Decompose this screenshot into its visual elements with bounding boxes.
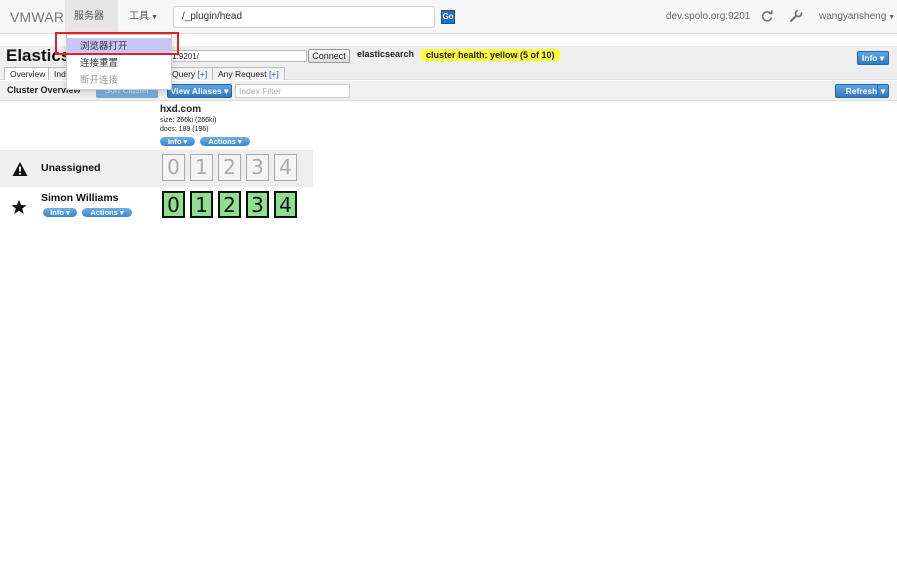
shard-primary-3[interactable]: 3 — [246, 191, 269, 218]
tools-menu-label: 工具 — [129, 11, 149, 22]
cluster-name: elasticsearch — [357, 49, 415, 59]
index-size: size: 266ki (266ki) — [160, 117, 217, 124]
tab-query[interactable]: Query [+] — [166, 67, 214, 80]
connect-button[interactable]: Connect — [308, 49, 350, 63]
cluster-health-badge: cluster health: yellow (5 of 10) — [421, 49, 560, 61]
connect-url-input[interactable]: :1:9201/ — [167, 50, 307, 62]
host-label: dev.spolo.org:9201 — [666, 11, 751, 22]
node-name-unassigned: Unassigned — [41, 162, 101, 174]
tab-any-request-label: Any Request — [218, 69, 267, 79]
user-menu[interactable]: wangyansheng ▼ — [819, 0, 895, 33]
index-actions-label: Actions — [208, 137, 236, 146]
star-icon — [11, 199, 27, 214]
url-input[interactable]: /_plugin/head — [173, 6, 435, 28]
tab-query-label: Query — [172, 69, 196, 79]
node-actions-button[interactable]: Actions ▾ — [82, 208, 132, 217]
caret-down-icon: ▼ — [888, 14, 896, 21]
refresh-icon[interactable] — [760, 9, 774, 23]
shard-unassigned-4[interactable]: 4 — [274, 154, 297, 181]
shard-unassigned-2[interactable]: 2 — [218, 154, 241, 181]
caret-down-icon: ▼ — [151, 14, 158, 21]
tab-query-plus: [+] — [197, 69, 208, 79]
shard-unassigned-3[interactable]: 3 — [246, 154, 269, 181]
node-info-button[interactable]: Info ▾ — [43, 208, 77, 217]
node-info-label: Info — [50, 208, 64, 217]
node-name: Simon Williams — [41, 192, 119, 204]
server-menu[interactable]: 服务器▼ — [65, 0, 118, 54]
wrench-icon[interactable] — [789, 9, 803, 23]
go-button[interactable]: Go — [441, 10, 455, 24]
menu-item-reset-connection[interactable]: 连接重置 — [67, 55, 171, 72]
menu-item-disconnect[interactable]: 断开连接 — [67, 72, 171, 89]
shard-primary-4[interactable]: 4 — [274, 191, 297, 218]
info-dropdown-button[interactable]: Info ▾ — [857, 51, 889, 65]
tab-any-request-plus: [+] — [269, 69, 279, 79]
highlight-annotation-box — [55, 32, 179, 55]
info-button-label: Info — [861, 53, 878, 63]
index-filter-input[interactable]: Index Filter — [235, 84, 350, 98]
warning-icon — [12, 162, 28, 176]
index-docs: docs: 189 (196) — [160, 126, 209, 133]
index-info-button[interactable]: Info ▾ — [160, 137, 195, 146]
tab-overview[interactable]: Overview — [4, 67, 52, 80]
shard-unassigned-1[interactable]: 1 — [190, 154, 213, 181]
refresh-options-button[interactable]: ▾ — [877, 84, 889, 98]
index-actions-button[interactable]: Actions ▾ — [200, 137, 250, 146]
index-info-label: Info — [167, 137, 182, 146]
shard-primary-0[interactable]: 0 — [162, 191, 185, 218]
refresh-label: Refresh — [845, 86, 878, 96]
node-actions-label: Actions — [90, 208, 118, 217]
index-name: hxd.com — [160, 104, 202, 115]
shard-primary-1[interactable]: 1 — [190, 191, 213, 218]
tools-menu[interactable]: 工具 ▼ — [120, 0, 167, 33]
shard-primary-2[interactable]: 2 — [218, 191, 241, 218]
server-menu-label: 服务器 — [74, 11, 104, 22]
view-aliases-label: View Aliases — [170, 86, 222, 96]
view-aliases-button[interactable]: View Aliases ▾ — [167, 84, 232, 98]
tab-any-request[interactable]: Any Request [+] — [212, 67, 285, 80]
user-name: wangyansheng — [819, 11, 887, 22]
shard-unassigned-0[interactable]: 0 — [162, 154, 185, 181]
